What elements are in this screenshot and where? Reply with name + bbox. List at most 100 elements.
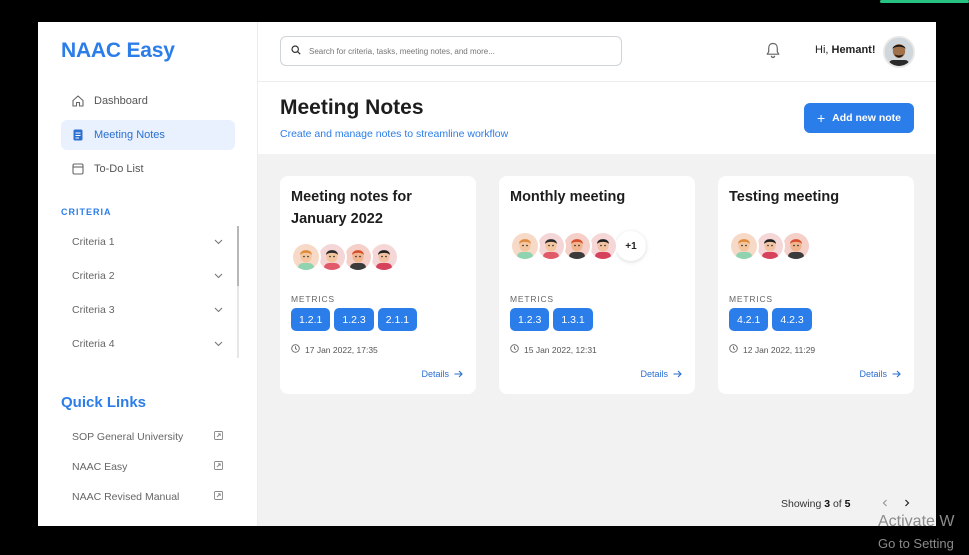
search-box[interactable]	[280, 36, 622, 66]
app-logo[interactable]: NAAC Easy	[61, 39, 175, 63]
scrollbar-thumb[interactable]	[237, 226, 239, 286]
next-page-button[interactable]	[900, 496, 914, 510]
metric-chip[interactable]: 1.3.1	[553, 308, 593, 331]
greeting-prefix: Hi,	[815, 44, 832, 56]
criteria-item-2[interactable]: Criteria 2	[61, 259, 235, 293]
metrics-label: METRICS	[510, 294, 554, 304]
metric-chips: 1.2.3 1.3.1	[510, 308, 593, 331]
attendee-avatar	[291, 242, 321, 272]
note-card[interactable]: Monthly meeting +1 METRICS 1.2.3 1.3.1 15 Jan…	[499, 176, 695, 394]
criteria-label: Criteria 2	[72, 270, 115, 282]
chevron-down-icon	[214, 270, 223, 282]
metric-chip[interactable]: 1.2.3	[510, 308, 550, 331]
attendee-avatars	[291, 242, 399, 272]
chevron-left-icon	[882, 499, 887, 507]
prev-page-button[interactable]	[878, 496, 892, 510]
user-greeting: Hi, Hemant!	[815, 44, 876, 56]
pagination-prefix: Showing	[781, 498, 825, 510]
note-card[interactable]: Meeting notes for January 2022 METRICS 1.2…	[280, 176, 476, 394]
notes-card-grid: Meeting notes for January 2022 METRICS 1.2…	[280, 176, 914, 394]
details-link[interactable]: Details	[859, 369, 901, 379]
chevron-down-icon	[214, 304, 223, 316]
user-avatar[interactable]	[883, 36, 915, 68]
watermark-line-2: Go to Setting	[878, 536, 954, 551]
quick-link-naac-easy[interactable]: NAAC Easy	[61, 452, 235, 482]
criteria-item-4[interactable]: Criteria 4	[61, 327, 235, 361]
quick-link-label: NAAC Easy	[72, 461, 128, 473]
metric-chip[interactable]: 4.2.1	[729, 308, 769, 331]
quick-link-sop[interactable]: SOP General University	[61, 422, 235, 452]
quick-link-label: NAAC Revised Manual	[72, 491, 180, 503]
home-icon	[71, 94, 85, 108]
clock-icon	[291, 344, 300, 355]
arrow-right-icon	[673, 370, 682, 378]
sidebar-item-todo-list[interactable]: To-Do List	[61, 154, 235, 184]
quick-links-heading: Quick Links	[61, 394, 147, 411]
card-title: Testing meeting	[729, 189, 840, 205]
arrow-right-icon	[454, 370, 463, 378]
card-date: 17 Jan 2022, 17:35	[291, 344, 378, 355]
arrow-right-icon	[892, 370, 901, 378]
attendee-avatars: +1	[510, 231, 646, 261]
pagination-of: of	[830, 498, 845, 510]
chevron-down-icon	[214, 236, 223, 248]
card-date: 15 Jan 2022, 12:31	[510, 344, 597, 355]
plus-icon: +	[816, 110, 826, 126]
metric-chips: 1.2.1 1.2.3 2.1.1	[291, 308, 418, 331]
metrics-label: METRICS	[291, 294, 335, 304]
attendee-avatar	[781, 231, 811, 261]
details-label: Details	[421, 369, 449, 379]
criteria-item-1[interactable]: Criteria 1	[61, 225, 235, 259]
criteria-scrollbar[interactable]	[237, 226, 239, 358]
attendee-avatar	[755, 231, 785, 261]
details-link[interactable]: Details	[421, 369, 463, 379]
note-card[interactable]: Testing meeting METRICS 4.2.1 4.2.3 12 Jan 2…	[718, 176, 914, 394]
app-window: NAAC Easy Dashboard Meeting Notes To-Do …	[38, 22, 936, 526]
pagination-total: 5	[844, 498, 851, 510]
add-new-note-button[interactable]: + Add new note	[804, 103, 914, 133]
details-label: Details	[859, 369, 887, 379]
external-link-icon	[214, 461, 223, 473]
search-input[interactable]	[309, 46, 609, 56]
details-label: Details	[640, 369, 668, 379]
metric-chip[interactable]: 1.2.1	[291, 308, 331, 331]
page-title: Meeting Notes	[280, 96, 424, 119]
clock-icon	[729, 344, 738, 355]
activation-watermark: Activate W Go to Setting	[878, 511, 954, 555]
page-header: Meeting Notes Create and manage notes to…	[258, 82, 936, 154]
attendee-avatars	[729, 231, 811, 261]
card-date-text: 17 Jan 2022, 17:35	[305, 344, 378, 355]
metrics-label: METRICS	[729, 294, 773, 304]
sidebar-item-label: Dashboard	[94, 95, 148, 107]
criteria-item-3[interactable]: Criteria 3	[61, 293, 235, 327]
watermark-line-1: Activate W	[878, 513, 955, 530]
metric-chip[interactable]: 1.2.3	[334, 308, 374, 331]
top-status-strip	[880, 0, 969, 3]
attendee-avatar	[369, 242, 399, 272]
metric-chip[interactable]: 4.2.3	[772, 308, 812, 331]
attendee-avatar	[510, 231, 540, 261]
attendee-avatar	[536, 231, 566, 261]
chevron-right-icon	[905, 499, 910, 507]
criteria-heading: CRITERIA	[61, 207, 112, 217]
card-date-text: 15 Jan 2022, 12:31	[524, 344, 597, 355]
details-link[interactable]: Details	[640, 369, 682, 379]
sidebar-item-meeting-notes[interactable]: Meeting Notes	[61, 120, 235, 150]
quick-link-label: SOP General University	[72, 431, 184, 443]
quick-link-revised-manual[interactable]: NAAC Revised Manual	[61, 482, 235, 512]
sidebar-item-label: To-Do List	[94, 163, 144, 175]
sidebar: NAAC Easy Dashboard Meeting Notes To-Do …	[38, 22, 258, 526]
quick-links-list: SOP General University NAAC Easy NAAC Re…	[61, 422, 235, 512]
card-title: Monthly meeting	[510, 189, 626, 205]
main-content: Hi, Hemant! Meeting Notes Create and man…	[258, 22, 936, 526]
add-button-label: Add new note	[832, 112, 902, 124]
attendee-avatar	[562, 231, 592, 261]
sidebar-item-dashboard[interactable]: Dashboard	[61, 86, 235, 116]
attendee-avatar	[317, 242, 347, 272]
extra-attendees-badge[interactable]: +1	[616, 231, 646, 261]
page-subtitle: Create and manage notes to streamline wo…	[280, 128, 509, 140]
metric-chip[interactable]: 2.1.1	[377, 308, 418, 331]
bell-icon[interactable]	[765, 42, 781, 64]
card-date: 12 Jan 2022, 11:29	[729, 344, 815, 355]
sidebar-nav: Dashboard Meeting Notes To-Do List	[61, 86, 235, 188]
